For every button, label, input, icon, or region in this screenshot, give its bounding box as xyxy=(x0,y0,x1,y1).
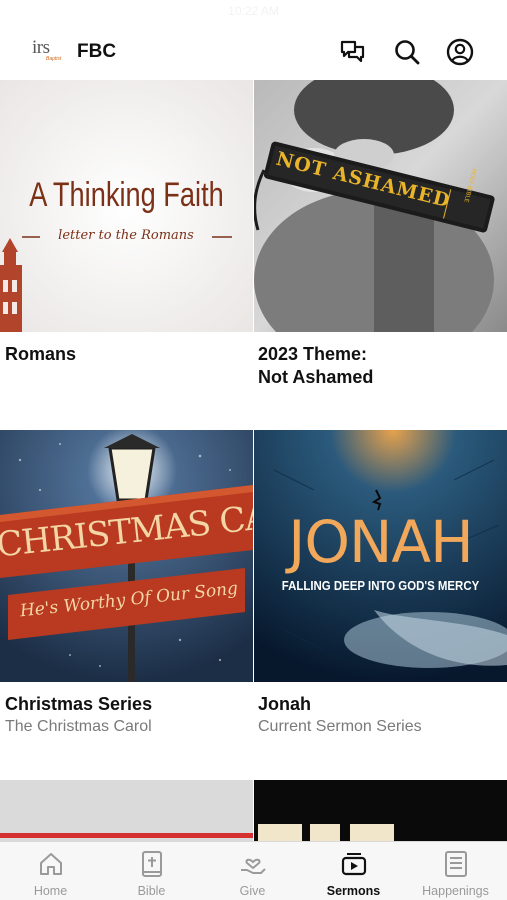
series-card-romans[interactable]: A Thinking Faith letter to the Romans xyxy=(0,80,253,332)
series-card-christmas[interactable]: CHRISTMAS CAROL He's Worthy Of Our Song xyxy=(0,430,253,682)
bottom-tab-bar: Home Bible Give Sermons Happenings xyxy=(0,841,507,900)
church-logo[interactable]: irs Baptist xyxy=(32,38,62,66)
tab-home[interactable]: Home xyxy=(0,842,101,900)
tab-label-happenings: Happenings xyxy=(422,884,489,898)
jonah-art-title: JONAH xyxy=(288,508,473,576)
series-card-partial-right[interactable] xyxy=(254,780,507,841)
account-icon[interactable] xyxy=(445,37,475,67)
status-time: 10:22 AM xyxy=(228,4,279,18)
tab-give[interactable]: Give xyxy=(202,842,303,900)
series-title-jonah[interactable]: Jonah xyxy=(258,693,311,716)
logo-text: irs xyxy=(32,37,50,58)
series-title-christmas[interactable]: Christmas Series xyxy=(5,693,152,716)
romans-art-title: A Thinking Faith xyxy=(29,176,224,214)
search-icon[interactable] xyxy=(392,37,422,67)
tab-label-bible: Bible xyxy=(137,884,166,898)
series-subtitle-jonah: Current Sermon Series xyxy=(258,718,422,735)
sermons-icon xyxy=(303,850,404,878)
tab-bible[interactable]: Bible xyxy=(101,842,202,900)
chat-icon[interactable] xyxy=(338,37,368,67)
series-title-not-ashamed[interactable]: 2023 Theme: Not Ashamed xyxy=(258,343,373,389)
tab-happenings[interactable]: Happenings xyxy=(405,842,506,900)
logo-subtext: Baptist xyxy=(46,56,62,62)
series-card-not-ashamed[interactable]: NOT ASHAMED HOLY BIBLE xyxy=(254,80,507,332)
tab-label-sermons: Sermons xyxy=(326,884,381,898)
app-title: FBC xyxy=(77,41,117,62)
series-card-jonah[interactable]: JONAH FALLING DEEP INTO GOD'S MERCY xyxy=(254,430,507,682)
series-title-romans[interactable]: Romans xyxy=(5,343,76,366)
status-bar: 10:22 AM xyxy=(0,0,507,24)
romans-art-subtitle: letter to the Romans xyxy=(58,228,194,243)
bible-icon xyxy=(101,850,202,878)
give-icon xyxy=(202,850,303,878)
home-icon xyxy=(0,850,101,878)
tab-label-home: Home xyxy=(33,884,68,898)
series-subtitle-christmas: The Christmas Carol xyxy=(5,718,152,735)
card-accent-bar xyxy=(0,833,253,838)
series-artwork-not-ashamed xyxy=(254,80,507,332)
tab-label-give: Give xyxy=(239,884,266,898)
series-card-partial-left[interactable] xyxy=(0,780,253,841)
tab-sermons[interactable]: Sermons xyxy=(303,842,404,900)
jonah-art-subtitle: FALLING DEEP INTO GOD'S MERCY xyxy=(281,578,480,593)
happenings-icon xyxy=(405,850,506,878)
app-header: irs Baptist FBC xyxy=(0,24,507,80)
partial-art xyxy=(258,824,394,841)
